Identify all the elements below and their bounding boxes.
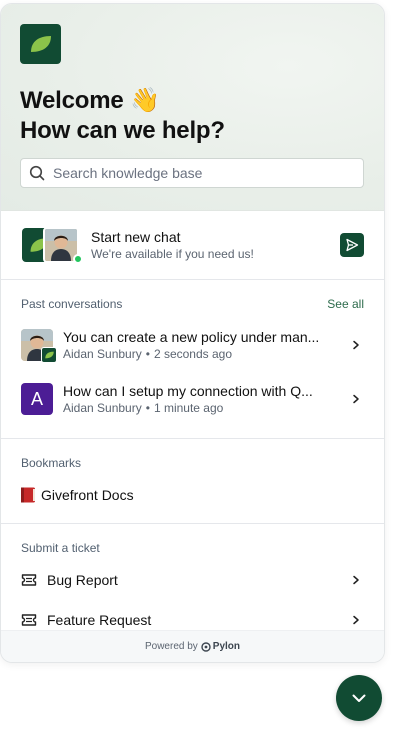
conversation-meta: Aidan Sunbury • 2 seconds ago — [63, 347, 232, 361]
letter-avatar: A — [21, 383, 53, 415]
pylon-brand[interactable]: Pylon — [201, 641, 240, 652]
ticket-icon — [21, 574, 37, 586]
bookmarks-section: Bookmarks Givefront Docs — [1, 453, 384, 524]
conversation-title: You can create a new policy under man... — [63, 329, 320, 345]
ticket-icon — [21, 614, 37, 626]
company-logo — [20, 24, 61, 64]
conversation-text: How can I setup my connection with Q... … — [63, 382, 342, 416]
red-book-icon — [21, 487, 35, 503]
team-avatars — [21, 227, 83, 264]
conversation-item[interactable]: A How can I setup my connection with Q..… — [1, 372, 384, 426]
collapse-widget-button[interactable] — [336, 675, 382, 721]
conversation-title: How can I setup my connection with Q... — [63, 383, 313, 399]
ticket-bug-report[interactable]: Bug Report — [1, 560, 384, 600]
leaf-icon — [44, 351, 54, 359]
chevron-right-icon — [348, 337, 364, 353]
new-chat-title: Start new chat — [91, 229, 181, 245]
chevron-right-icon — [348, 612, 364, 628]
conversation-author: Aidan Sunbury — [63, 401, 142, 415]
new-chat-subtitle: We're available if you need us! — [91, 247, 254, 261]
conversation-author: Aidan Sunbury — [63, 347, 142, 361]
conversation-avatar — [21, 329, 57, 363]
conversation-time: 1 minute ago — [153, 401, 224, 415]
welcome-heading: Welcome 👋 How can we help? — [20, 86, 364, 146]
submit-ticket-section: Submit a ticket Bug Report Feature Reque… — [1, 538, 384, 640]
search-icon — [29, 165, 45, 181]
chevron-right-icon — [348, 391, 364, 407]
bookmark-label: Givefront Docs — [41, 487, 134, 503]
send-icon — [346, 238, 359, 252]
support-widget: Welcome 👋 How can we help? Search knowle… — [0, 3, 385, 663]
leaf-icon — [30, 36, 51, 52]
conversation-text: You can create a new policy under man...… — [63, 328, 342, 362]
see-all-link[interactable]: See all — [327, 297, 364, 311]
help-text: How can we help? — [20, 117, 225, 144]
conversation-time: 2 seconds ago — [153, 347, 232, 361]
submit-ticket-heading: Submit a ticket — [21, 541, 100, 555]
bookmarks-heading: Bookmarks — [21, 456, 82, 470]
past-conversations-heading: Past conversations — [21, 297, 123, 311]
search-input[interactable] — [53, 165, 343, 181]
past-conversations-section: Past conversations See all You can creat… — [1, 294, 384, 439]
company-badge — [41, 347, 57, 363]
powered-by-footer: Powered by Pylon — [1, 630, 384, 662]
send-button[interactable] — [340, 233, 364, 257]
powered-by-text: Powered by — [144, 641, 198, 652]
chevron-down-icon — [352, 694, 366, 702]
start-new-chat[interactable]: Start new chat We're available if you ne… — [1, 211, 384, 280]
submit-ticket-header: Submit a ticket — [1, 538, 384, 558]
ticket-label: Feature Request — [47, 612, 152, 628]
pylon-brand-label: Pylon — [212, 641, 241, 652]
past-conversations-header: Past conversations See all — [1, 294, 384, 314]
pylon-logo-icon — [201, 641, 211, 652]
conversation-item[interactable]: You can create a new policy under man...… — [1, 318, 384, 372]
online-indicator — [73, 254, 83, 264]
ticket-label: Bug Report — [47, 572, 118, 588]
search-box[interactable] — [20, 158, 364, 188]
chevron-right-icon — [348, 572, 364, 588]
welcome-text: Welcome 👋 — [20, 87, 160, 114]
bookmarks-header: Bookmarks — [1, 453, 384, 473]
conversation-meta: Aidan Sunbury • 1 minute ago — [63, 401, 224, 415]
bookmark-item[interactable]: Givefront Docs — [1, 476, 384, 514]
new-chat-text: Start new chat We're available if you ne… — [91, 228, 340, 262]
hero-header: Welcome 👋 How can we help? — [1, 4, 384, 211]
